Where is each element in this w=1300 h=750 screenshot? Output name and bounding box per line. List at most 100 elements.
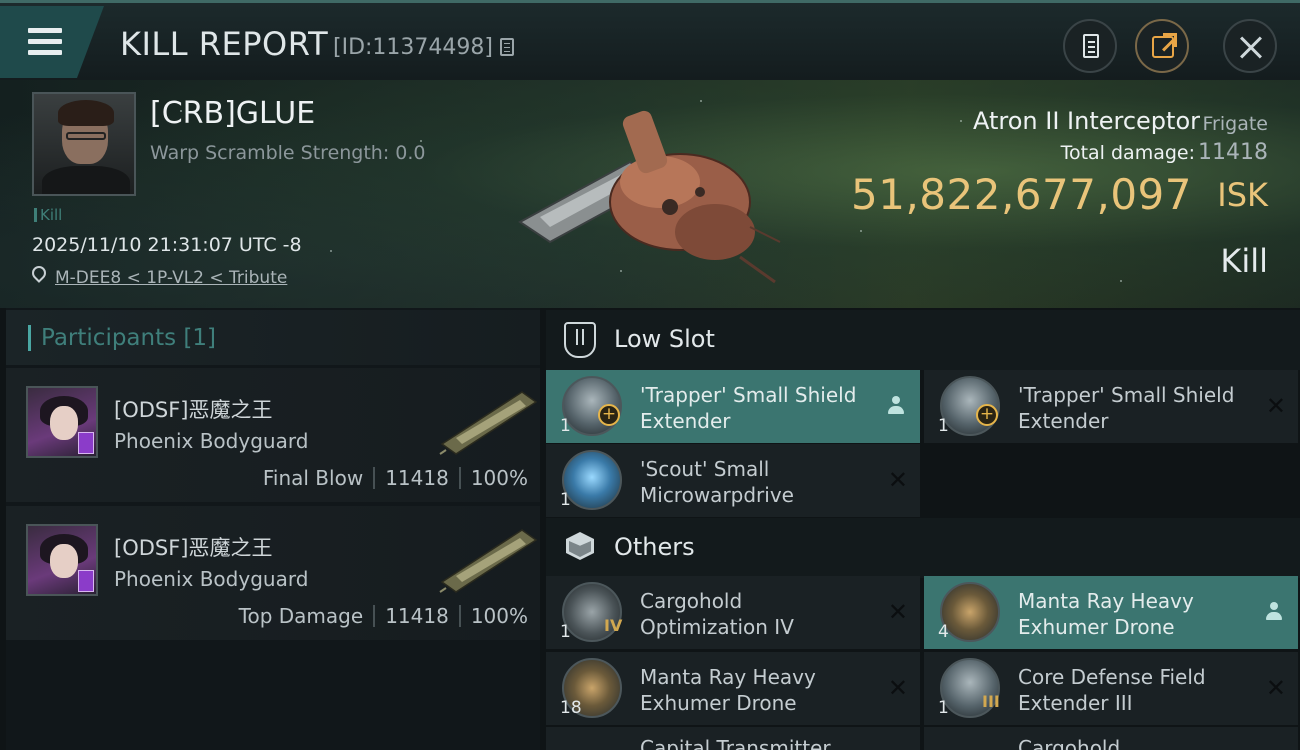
participant-ship-image <box>439 529 538 593</box>
module-tier: IV <box>604 616 623 635</box>
copy-icon[interactable] <box>500 38 514 56</box>
participant-row[interactable]: [ODSF]恶魔之王 Phoenix Bodyguard Top Damage 1… <box>6 506 540 640</box>
participant-role: Final Blow <box>262 466 364 490</box>
menu-button[interactable] <box>0 6 104 78</box>
microwarpdrive-icon <box>562 450 622 510</box>
x-icon: ✕ <box>887 598 908 626</box>
clipboard-button[interactable] <box>1063 19 1117 73</box>
portrait-hair <box>58 100 114 126</box>
low-slot-header: Low Slot <box>546 310 1300 370</box>
module-item[interactable]: 18 Manta Ray Heavy Exhumer Drone ✕ <box>546 652 920 725</box>
module-name: 'Trapper' Small Shield Extender <box>1018 383 1235 433</box>
module-quantity: 1 <box>938 698 949 718</box>
plus-badge-icon: + <box>598 404 620 426</box>
module-name: Cargohold ... <box>1018 736 1146 750</box>
participant-stats: Final Blow 11418 100% <box>263 466 528 490</box>
report-id: [ID:11374498] <box>333 35 493 60</box>
participant-name: [ODSF]恶魔之王 <box>114 398 273 422</box>
stat-separator <box>458 467 461 489</box>
menu-icon-bar <box>28 50 62 55</box>
stat-separator <box>458 605 461 627</box>
avatar-face <box>50 406 78 440</box>
menu-icon <box>28 28 62 33</box>
module-item[interactable]: + 1 'Trapper' Small Shield Extender ✕ <box>924 370 1298 443</box>
kill-timestamp: 2025/11/10 21:31:07 UTC -8 <box>32 234 302 256</box>
avatar-face <box>50 544 78 578</box>
module-item[interactable]: 1 'Scout' Small Microwarpdrive ✕ <box>546 444 920 517</box>
x-icon: ✕ <box>887 466 908 494</box>
module-item[interactable]: 4 Manta Ray Heavy Exhumer Drone <box>924 576 1298 649</box>
participant-ship: Phoenix Bodyguard <box>114 567 309 591</box>
x-icon: ✕ <box>1265 674 1286 702</box>
module-quantity: 1 <box>560 416 571 436</box>
module-name: 'Scout' Small Microwarpdrive <box>640 457 794 507</box>
participant-stats: Top Damage 11418 100% <box>239 604 528 628</box>
stat-separator <box>373 605 376 627</box>
module-quantity: 4 <box>938 622 949 642</box>
module-item[interactable]: Cargohold ... <box>924 727 1298 750</box>
participant-name: [ODSF]恶魔之王 <box>114 536 273 560</box>
module-quantity: 1 <box>560 490 571 510</box>
participant-damage: 11418 <box>385 466 449 490</box>
low-slot-icon <box>564 322 596 358</box>
kill-location-link[interactable]: M-DEE8 < 1P-VL2 < Tribute <box>55 268 287 288</box>
module-item[interactable]: Capital Transmitter <box>546 727 920 750</box>
isk-unit: ISK <box>1217 176 1268 214</box>
module-item[interactable]: IV 1 Cargohold Optimization IV ✕ <box>546 576 920 649</box>
share-arrow-icon <box>1163 33 1177 47</box>
top-bar: KILL REPORT [ID:11374498] <box>0 0 1300 80</box>
module-item[interactable]: III 1 Core Defense Field Extender III ✕ <box>924 652 1298 725</box>
plus-badge-icon: + <box>976 404 998 426</box>
others-title: Others <box>614 533 695 561</box>
x-icon: ✕ <box>887 674 908 702</box>
victim-ship-name[interactable]: Atron II Interceptor <box>973 107 1200 135</box>
total-damage-label: Total damage: <box>1060 142 1195 164</box>
kill-tag: Kill <box>34 206 62 224</box>
module-quantity: 18 <box>560 698 582 718</box>
clipboard-icon <box>1083 34 1099 58</box>
x-icon: ✕ <box>1265 392 1286 420</box>
module-quantity: 1 <box>938 416 949 436</box>
module-name: 'Trapper' Small Shield Extender <box>640 383 857 433</box>
victim-portrait[interactable] <box>32 92 136 196</box>
module-name: Manta Ray Heavy Exhumer Drone <box>1018 589 1194 639</box>
victim-name[interactable]: [CRB]GLUE <box>150 96 315 131</box>
participants-header: Participants [1] <box>6 310 540 365</box>
stat-separator <box>373 467 376 489</box>
close-button[interactable] <box>1223 19 1277 73</box>
menu-icon-bar <box>28 39 62 44</box>
low-slot-title: Low Slot <box>614 325 715 353</box>
participant-ship: Phoenix Bodyguard <box>114 429 309 453</box>
participant-percent: 100% <box>470 466 528 490</box>
module-quantity: 1 <box>560 622 571 642</box>
victim-ship-image <box>518 110 781 284</box>
portrait-glasses <box>66 132 106 140</box>
victim-ship-class: Frigate <box>1202 113 1268 135</box>
share-button[interactable] <box>1135 19 1189 73</box>
module-tier: III <box>982 692 1000 711</box>
page-title: KILL REPORT <box>120 25 329 63</box>
person-icon <box>1266 602 1282 622</box>
isk-value: 51,822,677,097 <box>851 170 1192 219</box>
warp-scramble-strength: Warp Scramble Strength: 0.0 <box>150 142 426 164</box>
others-header: Others <box>546 518 1300 578</box>
person-icon <box>888 396 904 416</box>
module-item[interactable]: + 1 'Trapper' Small Shield Extender <box>546 370 920 443</box>
portrait-body <box>42 166 130 194</box>
participant-avatar[interactable] <box>26 386 98 458</box>
participant-percent: 100% <box>470 604 528 628</box>
participant-avatar[interactable] <box>26 524 98 596</box>
rank-badge <box>78 570 94 592</box>
drone-icon <box>940 582 1000 642</box>
participant-role: Top Damage <box>238 604 364 628</box>
module-name: Core Defense Field Extender III <box>1018 665 1206 715</box>
participants-title: Participants [1] <box>41 325 216 351</box>
cube-icon <box>566 532 594 560</box>
header-accent <box>28 325 31 351</box>
participant-row[interactable]: [ODSF]恶魔之王 Phoenix Bodyguard Final Blow 1… <box>6 368 540 502</box>
module-name: Capital Transmitter <box>640 736 831 750</box>
kill-result: Kill <box>1220 242 1268 280</box>
module-name: Manta Ray Heavy Exhumer Drone <box>640 665 816 715</box>
module-name: Cargohold Optimization IV <box>640 589 794 639</box>
rank-badge <box>78 432 94 454</box>
